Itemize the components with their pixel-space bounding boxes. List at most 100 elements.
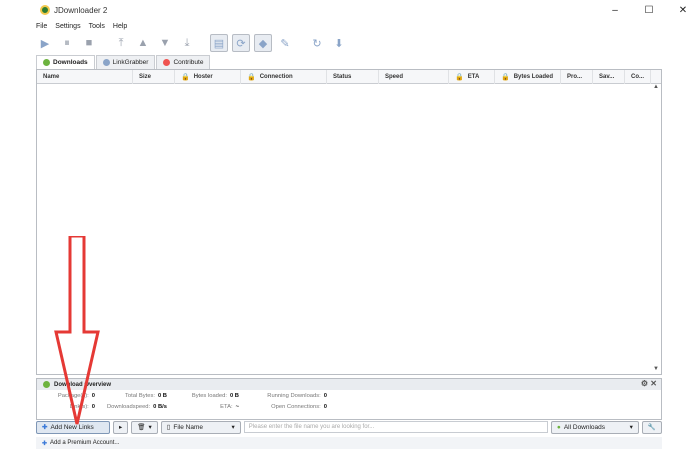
menu-bar: File Settings Tools Help	[36, 20, 127, 32]
overview-open-connections: Open Connections: 0	[271, 403, 327, 410]
column-label: Pro...	[567, 74, 583, 80]
column-label: Name	[43, 74, 60, 80]
tab-contribute[interactable]: Contribute	[156, 55, 211, 69]
lock-icon: 🔒	[247, 74, 256, 81]
column-label: Connection	[259, 74, 293, 80]
column-label: Sav...	[599, 74, 615, 80]
move-to-bottom-icon[interactable]: ⤓	[178, 34, 196, 52]
wrench-icon: 🔧	[647, 424, 656, 431]
all-downloads-filter[interactable]: ● All Downloads ▾	[550, 420, 639, 434]
overview-bytes-loaded: Bytes loaded: 0 B	[191, 392, 239, 399]
add-premium-account-link[interactable]: Add a Premium Account...	[50, 440, 119, 446]
linkgrabber-icon	[102, 59, 110, 66]
scroll-up-icon[interactable]: ▲	[651, 84, 661, 92]
overview-header: Download Overview ⚙ ✕	[37, 379, 661, 390]
overview-icon	[43, 381, 50, 388]
menu-help[interactable]: Help	[113, 23, 127, 30]
downloads-icon: ●	[556, 423, 561, 431]
overview-downloadspeed: Downloadspeed: 0 B/s	[106, 403, 167, 410]
window-controls: – ☐ ✕	[598, 0, 700, 20]
chevron-right-icon: ▸	[119, 424, 123, 431]
heart-icon	[163, 59, 171, 66]
start-downloads-icon[interactable]: ▶	[36, 34, 54, 52]
tab-linkgrabber-label: LinkGrabber	[112, 59, 149, 66]
tab-contribute-label: Contribute	[173, 59, 204, 66]
column-label: Hoster	[193, 74, 213, 80]
bottom-toolbar: ✚ Add New Links ▸ 🗑 ▾ ▯ File Name ▾ Pleas…	[36, 420, 662, 434]
settings-button[interactable]: 🔧	[641, 420, 662, 434]
lock-icon: 🔒	[501, 74, 510, 81]
column-header-speed[interactable]: Speed	[379, 70, 449, 84]
status-bar: ✚ Add a Premium Account...	[36, 437, 662, 449]
maximize-button[interactable]: ☐	[632, 0, 666, 20]
column-header-connection[interactable]: 🔒 Connection	[241, 70, 327, 84]
table-header: Name Size 🔒 Hoster 🔒 Connection Status Speed 🔒 ET…	[37, 70, 661, 84]
move-to-top-icon[interactable]: ⤒	[112, 34, 130, 52]
column-header-bytes-loaded[interactable]: 🔒 Bytes Loaded	[495, 70, 561, 84]
window-title: JDownloader 2	[54, 5, 108, 15]
red-down-arrow-icon	[54, 236, 100, 425]
column-header-pro[interactable]: Pro...	[561, 70, 593, 84]
column-header-eta[interactable]: 🔒 ETA	[449, 70, 495, 84]
plus-icon: ✚	[42, 440, 48, 447]
column-header-size[interactable]: Size	[133, 70, 175, 84]
overview-row-2: Link(s): 0 Downloadspeed: 0 B/s ETA: ~ Open…	[37, 401, 661, 412]
column-header-status[interactable]: Status	[327, 70, 379, 84]
download-overview-panel: Download Overview ⚙ ✕ Package(s): 0 Total…	[36, 378, 662, 420]
column-label: Size	[139, 74, 152, 80]
silent-mode-icon[interactable]: ✎	[276, 34, 294, 52]
chevron-down-icon: ▾	[231, 424, 235, 431]
stop-downloads-icon[interactable]: ■	[80, 34, 98, 52]
column-header-co[interactable]: Co...	[625, 70, 651, 84]
trash-icon: 🗑	[137, 424, 146, 431]
overview-total-bytes: Total Bytes: 0 B	[125, 392, 167, 399]
add-links-dropdown[interactable]: ▸	[113, 420, 129, 434]
downloads-icon	[43, 59, 50, 66]
column-label: Co...	[631, 74, 644, 80]
plus-icon: ✚	[42, 424, 48, 431]
file-icon: ▯	[166, 424, 171, 431]
downloads-table: Name Size 🔒 Hoster 🔒 Connection Status Speed 🔒 ET…	[36, 69, 662, 375]
jdownloader-logo-icon	[40, 5, 50, 15]
main-tabs: Downloads LinkGrabber Contribute	[36, 55, 211, 69]
menu-tools[interactable]: Tools	[89, 23, 105, 30]
column-label: Speed	[385, 74, 404, 80]
premium-icon[interactable]: ◆	[254, 34, 272, 52]
overview-running-downloads: Running Downloads: 0	[267, 392, 327, 399]
search-field-selector[interactable]: ▯ File Name ▾	[160, 420, 241, 434]
lock-icon: 🔒	[455, 74, 464, 81]
column-label: ETA	[467, 74, 480, 80]
lock-icon: 🔒	[181, 74, 190, 81]
update-icon[interactable]: ⬇	[330, 34, 348, 52]
column-header-name[interactable]: Name	[37, 70, 133, 84]
toolbar: ▶ ⏸ ■ ⤒ ▲ ▼ ⤓ ▤ ⟳ ◆ ✎ ↻ ⬇	[36, 32, 662, 54]
overview-eta: ETA: ~	[220, 403, 239, 410]
menu-file[interactable]: File	[36, 23, 47, 30]
tab-downloads-label: Downloads	[53, 59, 88, 66]
search-field-label: File Name	[173, 423, 203, 431]
clipboard-observer-icon[interactable]: ▤	[210, 34, 228, 52]
title-bar: JDownloader 2 – ☐ ✕	[0, 0, 700, 20]
scroll-down-icon[interactable]: ▼	[651, 366, 661, 374]
reconnect-icon[interactable]: ↻	[308, 34, 326, 52]
column-header-hoster[interactable]: 🔒 Hoster	[175, 70, 241, 84]
auto-reconnect-icon[interactable]: ⟳	[232, 34, 250, 52]
column-header-sav[interactable]: Sav...	[593, 70, 625, 84]
tab-linkgrabber[interactable]: LinkGrabber	[95, 55, 156, 69]
all-downloads-label: All Downloads	[563, 423, 606, 431]
search-input[interactable]: Please enter the file name you are looki…	[243, 421, 548, 433]
tab-downloads[interactable]: Downloads	[36, 55, 95, 69]
chevron-down-icon: ▾	[629, 424, 633, 431]
minimize-button[interactable]: –	[598, 0, 632, 20]
pause-downloads-icon[interactable]: ⏸	[58, 34, 76, 52]
overview-controls[interactable]: ⚙ ✕	[641, 379, 657, 388]
column-label: Bytes Loaded	[513, 74, 554, 80]
delete-button[interactable]: 🗑 ▾	[131, 420, 158, 434]
overview-row-1: Package(s): 0 Total Bytes: 0 B Bytes loade…	[37, 390, 661, 401]
move-up-icon[interactable]: ▲	[134, 34, 152, 52]
move-down-icon[interactable]: ▼	[156, 34, 174, 52]
close-button[interactable]: ✕	[666, 0, 700, 20]
vertical-scrollbar[interactable]: ▲ ▼	[651, 84, 661, 374]
menu-settings[interactable]: Settings	[55, 23, 80, 30]
column-label: Status	[333, 74, 352, 80]
